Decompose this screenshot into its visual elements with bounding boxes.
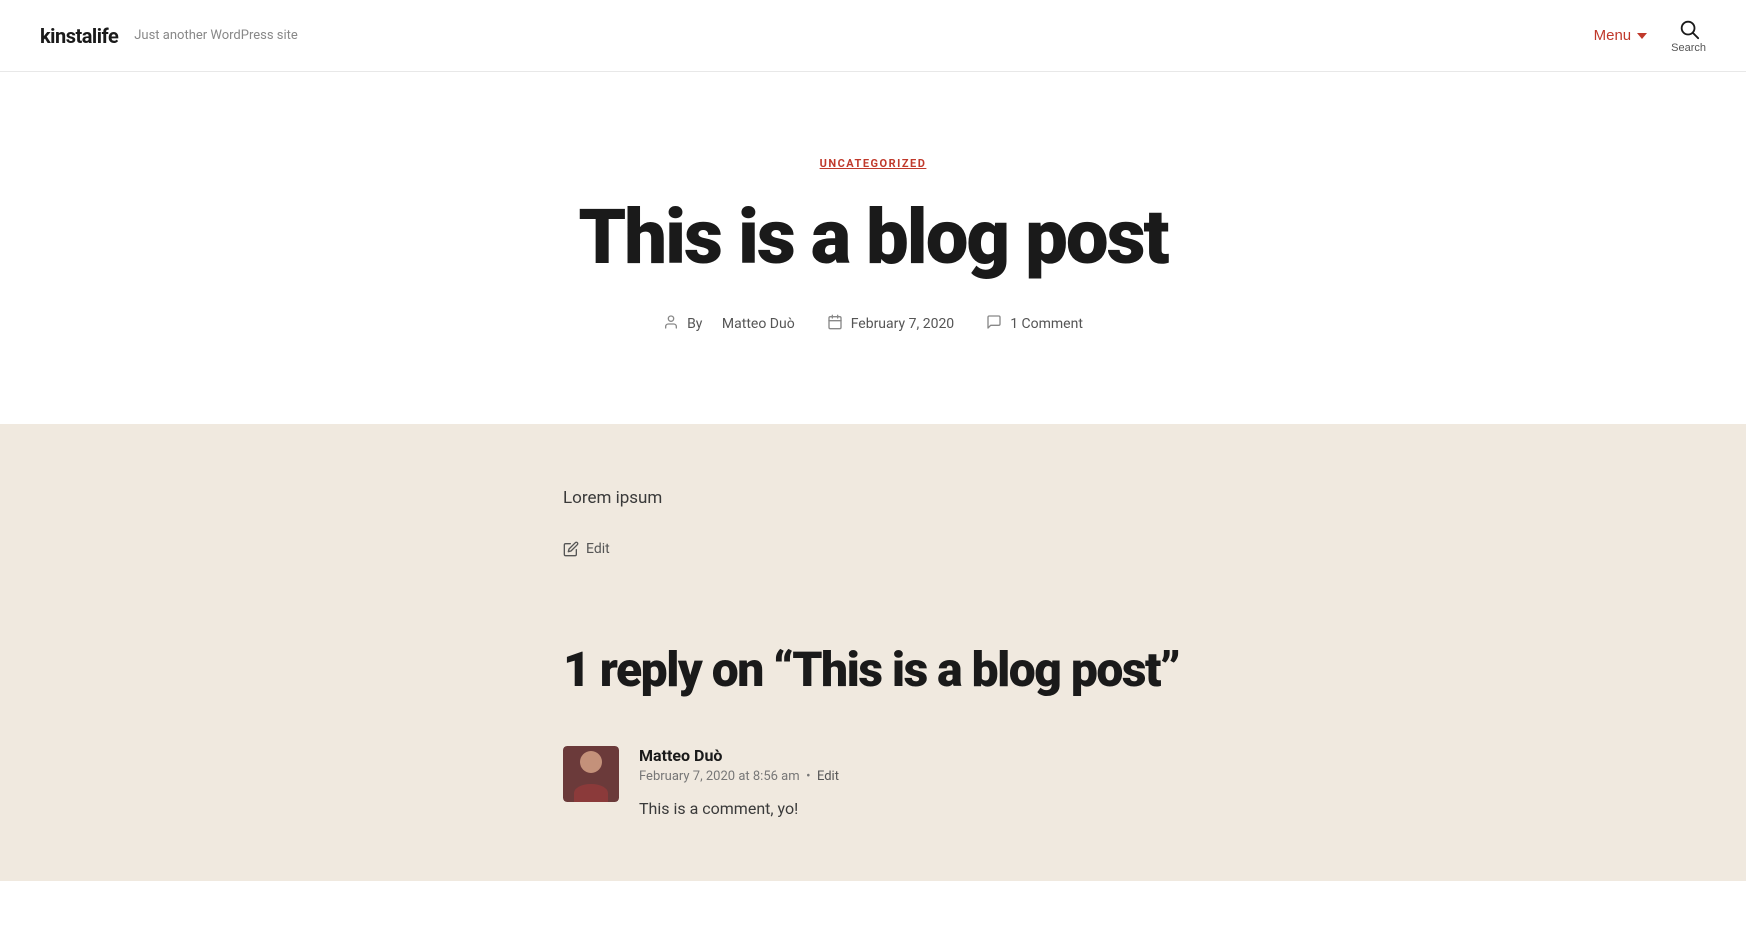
post-date: February 7, 2020 — [851, 316, 955, 332]
edit-label: Edit — [586, 541, 610, 557]
comment-content: Matteo Duò February 7, 2020 at 8:56 am •… — [639, 746, 1183, 822]
site-header: kinstalife Just another WordPress site M… — [0, 0, 1746, 72]
post-body: Lorem ipsum — [563, 484, 1183, 513]
search-button[interactable]: Search — [1671, 18, 1706, 54]
post-meta: By Matteo Duò February 7, 2020 1 Comment — [40, 314, 1706, 334]
person-icon — [663, 314, 679, 334]
comment-author[interactable]: Matteo Duò — [639, 746, 1183, 765]
comment-date-text: February 7, 2020 at 8:56 am — [639, 769, 800, 784]
menu-label: Menu — [1594, 27, 1632, 44]
comment-text: This is a comment, yo! — [639, 796, 1183, 822]
author-name[interactable]: Matteo Duò — [722, 316, 795, 332]
search-icon — [1678, 18, 1700, 40]
search-label: Search — [1671, 42, 1706, 54]
site-tagline: Just another WordPress site — [134, 28, 298, 43]
header-right: Menu Search — [1594, 18, 1706, 54]
comments-section: 1 reply on “This is a blog post” Matteo … — [0, 601, 1746, 882]
comment-item: Matteo Duò February 7, 2020 at 8:56 am •… — [563, 746, 1183, 822]
date-meta: February 7, 2020 — [827, 314, 955, 334]
author-meta: By Matteo Duò — [663, 314, 795, 334]
comment-date: February 7, 2020 at 8:56 am • Edit — [639, 769, 1183, 784]
author-prefix: By — [687, 316, 702, 332]
hero-section: UNCATEGORIZED This is a blog post By Mat… — [0, 72, 1746, 424]
edit-link[interactable]: Edit — [563, 541, 610, 557]
comments-meta: 1 Comment — [986, 314, 1083, 334]
comments-count[interactable]: 1 Comment — [1010, 316, 1083, 332]
header-left: kinstalife Just another WordPress site — [40, 24, 298, 48]
calendar-icon — [827, 314, 843, 334]
comment-bubble-icon — [986, 314, 1002, 334]
avatar-image — [563, 746, 619, 802]
comment-edit-link[interactable]: Edit — [817, 769, 839, 784]
edit-icon — [563, 541, 579, 557]
site-logo[interactable]: kinstalife — [40, 24, 118, 48]
comments-inner: 1 reply on “This is a blog post” Matteo … — [523, 641, 1223, 822]
comment-avatar — [563, 746, 619, 802]
menu-button[interactable]: Menu — [1594, 27, 1648, 44]
post-title: This is a blog post — [40, 198, 1706, 278]
comments-title: 1 reply on “This is a blog post” — [563, 641, 1183, 698]
category-link[interactable]: UNCATEGORIZED — [820, 157, 927, 170]
content-section: Lorem ipsum Edit — [0, 424, 1746, 601]
chevron-down-icon — [1637, 33, 1647, 39]
content-inner: Lorem ipsum Edit — [523, 484, 1223, 561]
